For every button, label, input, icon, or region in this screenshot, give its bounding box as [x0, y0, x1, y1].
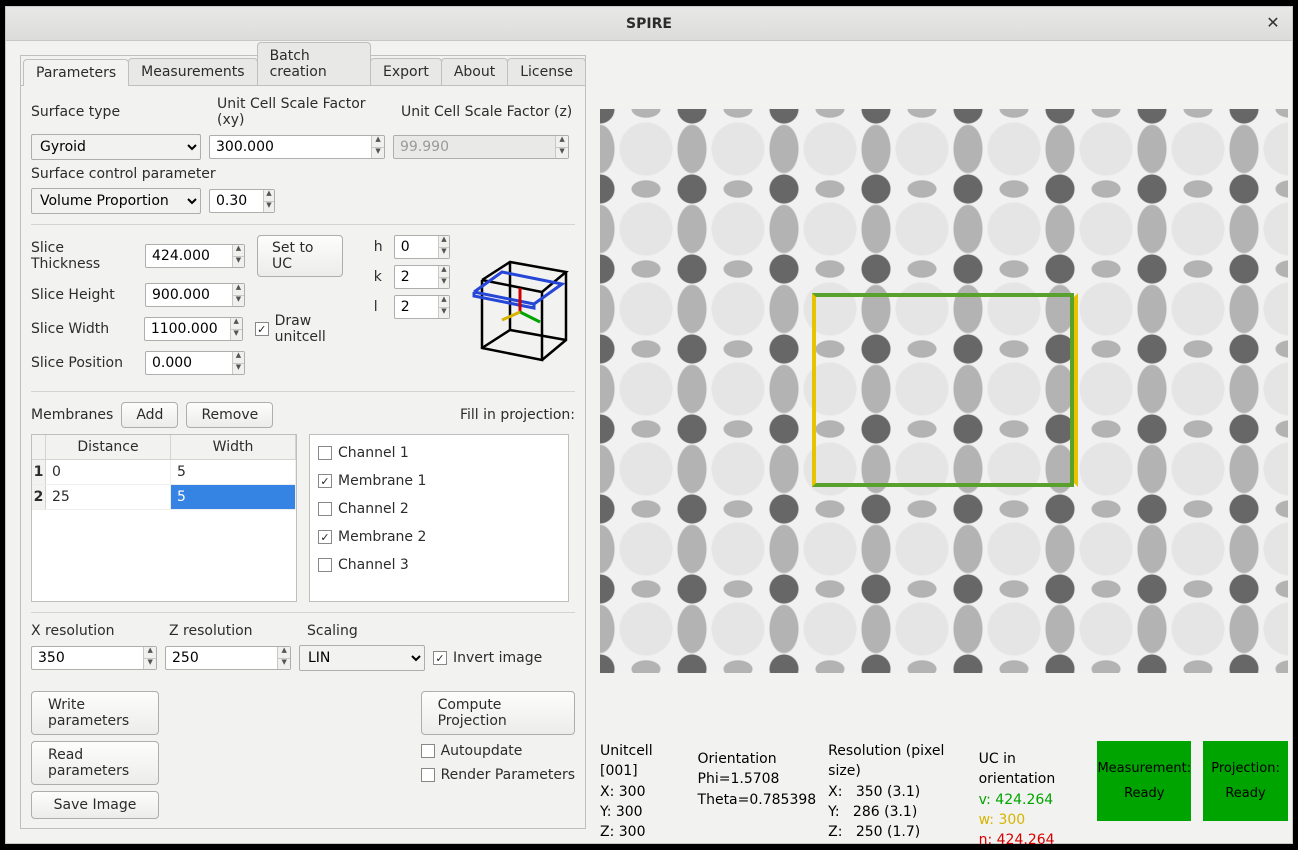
slice-width-label: Slice Width [31, 321, 136, 337]
membranes-label: Membranes [31, 407, 113, 423]
slice-position-input[interactable]: ▲▼ [145, 351, 245, 375]
ucsf-xy-input[interactable]: ▲▼ [209, 135, 385, 159]
status-resolution: Resolution (pixel size) X: 350 (3.1) Y: … [828, 741, 966, 842]
write-parameters-button[interactable]: Write parameters [31, 691, 159, 735]
col-distance: Distance [46, 435, 171, 459]
membranes-table[interactable]: DistanceWidth 1 0 5 2 25 5 [31, 434, 297, 602]
status-area: Unitcell [001] X: 300 Y: 300 Z: 300 Orie… [600, 741, 1288, 829]
xres-label: X resolution [31, 623, 161, 639]
tab-about[interactable]: About [441, 58, 508, 85]
zres-input[interactable]: ▲▼ [165, 646, 291, 670]
l-input[interactable]: ▲▼ [394, 295, 450, 319]
k-label: k [374, 269, 386, 285]
tab-bar: Parameters Measurements Batch creation E… [21, 56, 585, 86]
projection-preview [600, 109, 1288, 673]
unitcell-cube-icon [465, 235, 575, 381]
zres-label: Z resolution [169, 623, 299, 639]
ucsf-z-label: Unit Cell Scale Factor (z) [401, 104, 572, 120]
slice-position-label: Slice Position [31, 355, 137, 371]
h-label: h [374, 239, 386, 255]
remove-membrane-button[interactable]: Remove [186, 402, 273, 428]
left-panel: Parameters Measurements Batch creation E… [20, 55, 586, 829]
tab-parameters[interactable]: Parameters [23, 59, 129, 86]
projection-status-badge: Projection:Ready [1203, 741, 1288, 821]
fill-channel-2[interactable]: Channel 2 [318, 501, 560, 517]
col-width: Width [171, 435, 296, 459]
status-unitcell: Unitcell [001] X: 300 Y: 300 Z: 300 [600, 741, 686, 842]
table-row: 2 25 5 [32, 485, 296, 510]
save-image-button[interactable]: Save Image [31, 791, 159, 819]
window-title: SPIRE [626, 16, 672, 32]
tab-export[interactable]: Export [370, 58, 442, 85]
slice-height-label: Slice Height [31, 287, 137, 303]
tab-batch[interactable]: Batch creation [257, 42, 371, 85]
compute-projection-button[interactable]: Compute Projection [421, 691, 575, 735]
surface-type-select[interactable]: Gyroid [31, 134, 201, 160]
slice-width-input[interactable]: ▲▼ [144, 317, 243, 341]
fill-membrane-1[interactable]: ✓Membrane 1 [318, 473, 560, 489]
unitcell-outline-yellow [812, 293, 1078, 487]
h-input[interactable]: ▲▼ [394, 235, 450, 259]
table-row: 1 0 5 [32, 460, 296, 485]
set-to-uc-button[interactable]: Set to UC [257, 235, 343, 277]
app-window: SPIRE ✕ Parameters Measurements Batch cr… [5, 6, 1293, 844]
fill-channel-1[interactable]: Channel 1 [318, 445, 560, 461]
scp-mode-select[interactable]: Volume Proportion [31, 188, 201, 214]
fill-projection-label: Fill in projection: [460, 407, 575, 423]
spin-down-icon[interactable]: ▼ [372, 148, 384, 159]
slice-thickness-input[interactable]: ▲▼ [145, 244, 245, 268]
scp-label: Surface control parameter [31, 166, 216, 182]
xres-input[interactable]: ▲▼ [31, 646, 157, 670]
close-icon: ✕ [1266, 13, 1279, 32]
draw-unitcell-checkbox[interactable]: ✓Draw unitcell [255, 313, 366, 345]
ucsf-xy-label: Unit Cell Scale Factor (xy) [217, 96, 393, 128]
slice-height-input[interactable]: ▲▼ [145, 283, 245, 307]
scp-value-input[interactable]: ▲▼ [209, 189, 275, 213]
fill-projection-list: Channel 1 ✓Membrane 1 Channel 2 ✓Membran… [309, 434, 569, 602]
spin-up-icon[interactable]: ▲ [372, 136, 384, 148]
surface-type-label: Surface type [31, 104, 209, 120]
fill-membrane-2[interactable]: ✓Membrane 2 [318, 529, 560, 545]
slice-thickness-label: Slice Thickness [31, 240, 137, 272]
ucsf-z-input: ▲▼ [393, 135, 569, 159]
autoupdate-checkbox[interactable]: Autoupdate [421, 743, 523, 759]
titlebar: SPIRE ✕ [6, 7, 1292, 41]
status-uc-orientation: UC in orientation v: 424.264 w: 300 n: 4… [979, 749, 1086, 850]
invert-image-checkbox[interactable]: ✓Invert image [433, 650, 542, 666]
l-label: l [374, 299, 386, 315]
scaling-label: Scaling [307, 623, 358, 639]
fill-channel-3[interactable]: Channel 3 [318, 557, 560, 573]
close-button[interactable]: ✕ [1262, 11, 1284, 33]
scaling-select[interactable]: LIN [299, 645, 425, 671]
render-parameters-checkbox[interactable]: Render Parameters [421, 767, 575, 783]
tab-measurements[interactable]: Measurements [128, 58, 257, 85]
add-membrane-button[interactable]: Add [121, 402, 178, 428]
status-orientation: Orientation Phi=1.5708 Theta=0.785398 [698, 749, 817, 810]
read-parameters-button[interactable]: Read parameters [31, 741, 159, 785]
tab-license[interactable]: License [507, 58, 586, 85]
k-input[interactable]: ▲▼ [394, 265, 450, 289]
measurement-status-badge: Measurement:Ready [1097, 741, 1191, 821]
